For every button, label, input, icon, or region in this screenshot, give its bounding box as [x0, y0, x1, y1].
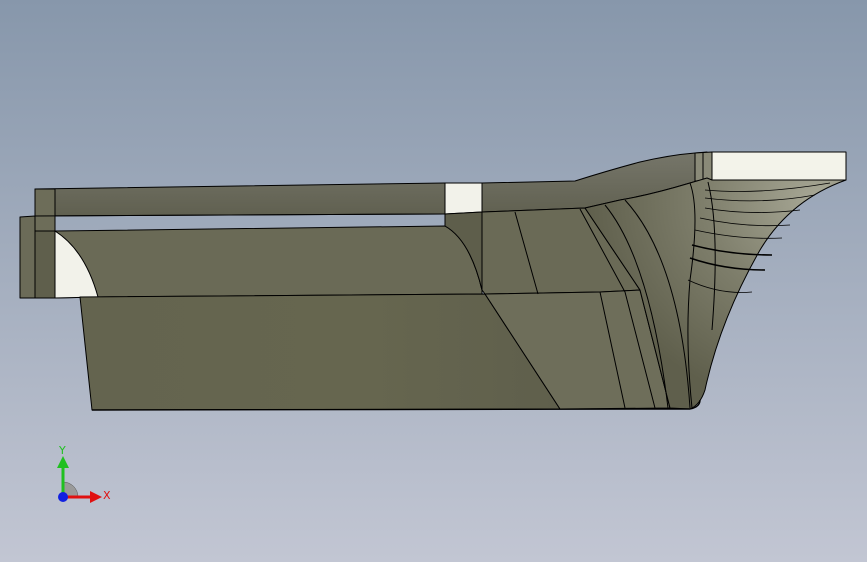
y-axis-label: Y: [58, 444, 66, 457]
lower-hull-side: [79, 293, 561, 411]
stern-block-edge: [19, 215, 36, 299]
upper-hull-face: [54, 225, 483, 299]
3d-viewport[interactable]: Y X: [0, 0, 867, 562]
bow-deck-face: [711, 151, 847, 181]
x-axis-label: X: [103, 489, 111, 502]
deck-highlight-strip: [444, 182, 483, 215]
z-axis-dot-icon: [58, 492, 68, 502]
stern-cap: [34, 188, 56, 232]
viewport-canvas[interactable]: Y X: [0, 0, 867, 562]
